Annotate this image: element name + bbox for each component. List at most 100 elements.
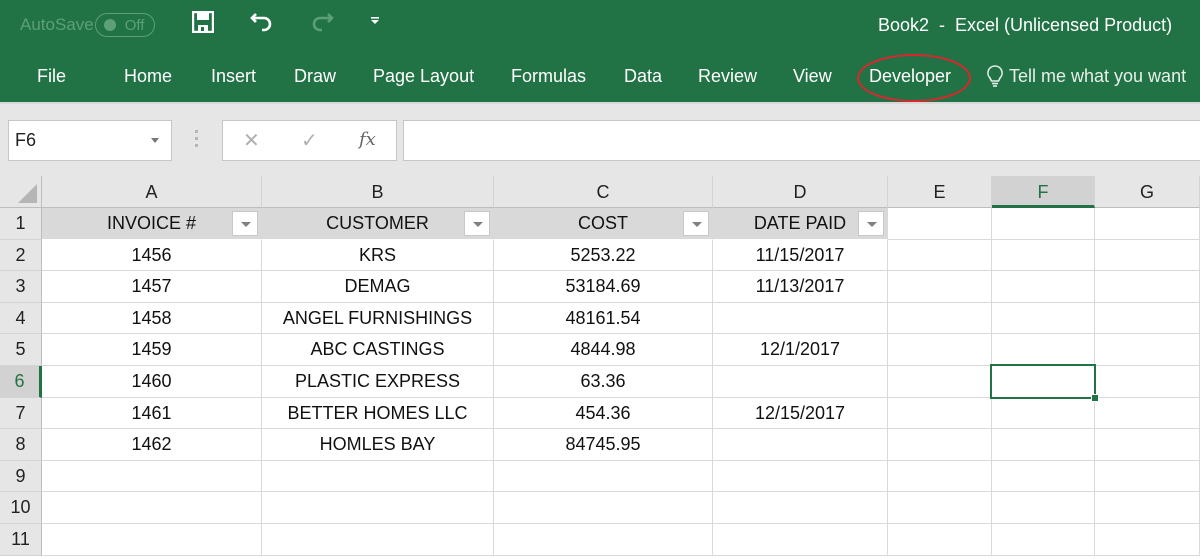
column-header-c[interactable]: C	[494, 176, 713, 208]
cell-c1[interactable]: COST	[494, 208, 713, 240]
select-all-button[interactable]	[0, 176, 42, 208]
cell-f1[interactable]	[992, 208, 1095, 240]
cell-b5[interactable]: ABC CASTINGS	[262, 334, 494, 366]
cell-e7[interactable]	[888, 397, 992, 430]
cell-g6[interactable]	[1095, 366, 1200, 398]
cell-c11[interactable]	[494, 524, 713, 556]
cell-g2[interactable]	[1095, 239, 1200, 272]
cell-b3[interactable]: DEMAG	[262, 271, 494, 303]
tell-me-search[interactable]: Tell me what you want	[985, 64, 1186, 88]
formula-bar-grip[interactable]	[195, 130, 198, 150]
cell-e3[interactable]	[888, 271, 992, 303]
cell-a11[interactable]	[42, 524, 262, 556]
row-header-9[interactable]: 9	[0, 460, 42, 493]
cancel-icon[interactable]: ✕	[243, 128, 260, 153]
cell-g9[interactable]	[1095, 460, 1200, 493]
cell-e11[interactable]	[888, 524, 992, 556]
cell-f9[interactable]	[992, 460, 1095, 493]
cell-a8[interactable]: 1462	[42, 429, 262, 461]
column-header-d[interactable]: D	[713, 176, 888, 208]
cell-e6[interactable]	[888, 366, 992, 398]
customize-qat-icon[interactable]	[370, 12, 380, 36]
cell-c9[interactable]	[494, 460, 713, 493]
column-header-a[interactable]: A	[42, 176, 262, 208]
cell-f8[interactable]	[992, 429, 1095, 461]
cell-f2[interactable]	[992, 239, 1095, 272]
row-header-5[interactable]: 5	[0, 334, 42, 366]
formula-input[interactable]	[403, 120, 1200, 161]
cell-b10[interactable]	[262, 492, 494, 524]
cell-g8[interactable]	[1095, 429, 1200, 461]
cell-d8[interactable]	[713, 429, 888, 461]
row-header-4[interactable]: 4	[0, 302, 42, 335]
cell-d5[interactable]: 12/1/2017	[713, 334, 888, 366]
cell-b7[interactable]: BETTER HOMES LLC	[262, 397, 494, 430]
cell-a4[interactable]: 1458	[42, 302, 262, 335]
cell-d1[interactable]: DATE PAID	[713, 208, 888, 240]
filter-dropdown-button[interactable]	[232, 211, 258, 236]
tab-file[interactable]: File	[37, 66, 66, 87]
cell-d7[interactable]: 12/15/2017	[713, 397, 888, 430]
cell-g4[interactable]	[1095, 302, 1200, 335]
cell-g10[interactable]	[1095, 492, 1200, 524]
cell-a1[interactable]: INVOICE #	[42, 208, 262, 240]
autosave-toggle[interactable]: AutoSave Off	[20, 13, 155, 37]
row-header-10[interactable]: 10	[0, 492, 42, 524]
cell-b6[interactable]: PLASTIC EXPRESS	[262, 366, 494, 398]
cell-e9[interactable]	[888, 460, 992, 493]
cell-d10[interactable]	[713, 492, 888, 524]
cell-a7[interactable]: 1461	[42, 397, 262, 430]
cell-b9[interactable]	[262, 460, 494, 493]
tab-data[interactable]: Data	[624, 66, 662, 87]
cell-c7[interactable]: 454.36	[494, 397, 713, 430]
tab-view[interactable]: View	[793, 66, 832, 87]
tab-formulas[interactable]: Formulas	[511, 66, 586, 87]
autosave-switch[interactable]: Off	[94, 13, 155, 37]
cell-b1[interactable]: CUSTOMER	[262, 208, 494, 240]
cell-f5[interactable]	[992, 334, 1095, 366]
cell-a2[interactable]: 1456	[42, 239, 262, 272]
cell-c10[interactable]	[494, 492, 713, 524]
name-box[interactable]: F6	[8, 120, 172, 161]
cell-e8[interactable]	[888, 429, 992, 461]
cell-c3[interactable]: 53184.69	[494, 271, 713, 303]
cell-b11[interactable]	[262, 524, 494, 556]
cell-e10[interactable]	[888, 492, 992, 524]
save-icon[interactable]	[191, 10, 215, 38]
column-header-e[interactable]: E	[888, 176, 992, 208]
cell-f3[interactable]	[992, 271, 1095, 303]
cell-c8[interactable]: 84745.95	[494, 429, 713, 461]
filter-dropdown-button[interactable]	[464, 211, 490, 236]
row-header-7[interactable]: 7	[0, 397, 42, 430]
row-header-3[interactable]: 3	[0, 271, 42, 303]
tab-home[interactable]: Home	[124, 66, 172, 87]
cell-d6[interactable]	[713, 366, 888, 398]
column-header-f[interactable]: F	[992, 176, 1095, 208]
tab-page-layout[interactable]: Page Layout	[373, 66, 474, 87]
cell-f11[interactable]	[992, 524, 1095, 556]
cell-e2[interactable]	[888, 239, 992, 272]
column-header-g[interactable]: G	[1095, 176, 1200, 208]
cell-d3[interactable]: 11/13/2017	[713, 271, 888, 303]
cell-g3[interactable]	[1095, 271, 1200, 303]
cell-d4[interactable]	[713, 302, 888, 335]
row-header-6[interactable]: 6	[0, 366, 42, 398]
cell-b4[interactable]: ANGEL FURNISHINGS	[262, 302, 494, 335]
cell-a10[interactable]	[42, 492, 262, 524]
redo-icon[interactable]	[310, 10, 334, 39]
cell-c4[interactable]: 48161.54	[494, 302, 713, 335]
tab-developer[interactable]: Developer	[869, 66, 951, 87]
cell-a3[interactable]: 1457	[42, 271, 262, 303]
cell-a6[interactable]: 1460	[42, 366, 262, 398]
cell-b8[interactable]: HOMLES BAY	[262, 429, 494, 461]
cell-f7[interactable]	[992, 397, 1095, 430]
cell-g1[interactable]	[1095, 208, 1200, 240]
row-header-2[interactable]: 2	[0, 239, 42, 272]
cell-d9[interactable]	[713, 460, 888, 493]
cell-a5[interactable]: 1459	[42, 334, 262, 366]
row-header-11[interactable]: 11	[0, 524, 42, 556]
fill-handle[interactable]	[1091, 393, 1099, 402]
cell-e1[interactable]	[888, 208, 992, 240]
cell-f6[interactable]	[992, 366, 1095, 398]
cell-c2[interactable]: 5253.22	[494, 239, 713, 272]
